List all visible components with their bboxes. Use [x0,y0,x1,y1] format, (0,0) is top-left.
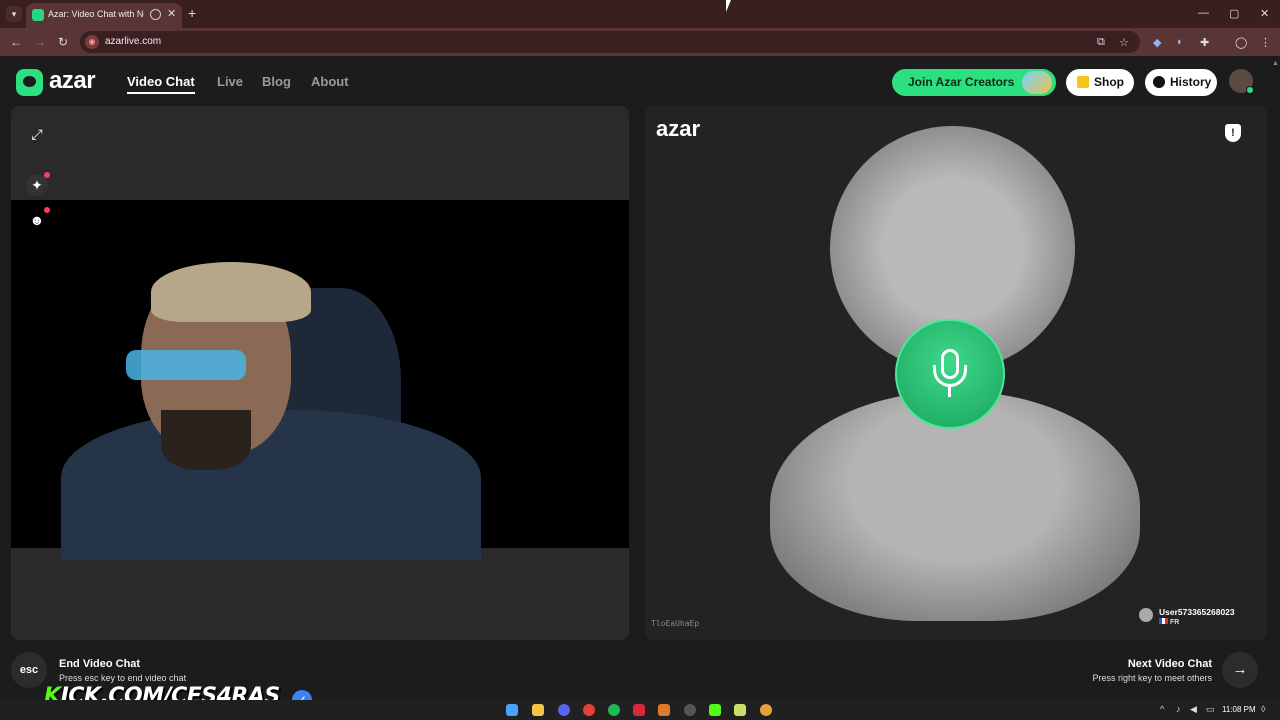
creators-badge-icon [1022,71,1052,94]
bookmark-star-icon[interactable]: ☆ [1119,36,1129,49]
chrome-icon[interactable] [583,704,595,716]
install-app-icon[interactable]: ⧉ [1097,36,1105,49]
app-gray-icon[interactable] [684,704,696,716]
shop-button[interactable]: Shop [1066,69,1134,96]
next-chat-title: Next Video Chat [1127,658,1212,670]
scroll-up-icon[interactable]: ▲ [1272,60,1279,67]
room-code: TloEaUhaEp [651,619,700,628]
extensions-puzzle-icon[interactable]: ✚ [1200,36,1209,49]
azar-site: azar Video Chat Live Blog About Join Aza… [0,56,1280,700]
app-orange-icon[interactable] [658,704,670,716]
volume-icon[interactable]: ◀ [1190,704,1197,715]
maximize-button[interactable]: ▢ [1229,7,1239,20]
local-camera-feed [11,200,629,560]
expand-icon[interactable]: ⤢ [26,123,48,145]
microphone-arc [933,365,967,387]
nav-live[interactable]: Live [217,74,243,89]
partner-country: FR [1159,618,1179,626]
browser-active-icon[interactable] [760,704,772,716]
address-bar: ← → ↻ ◉ azarlive.com ⧉ ☆ ◆ ◗ ✚ ◯ ⋮ [0,28,1280,56]
site-logo[interactable]: azar [49,67,96,95]
browser-menu-icon[interactable]: ⋮ [1260,36,1271,49]
person-beard [161,410,251,470]
end-chat-title: End Video Chat [59,658,141,670]
microphone-button[interactable] [895,319,1005,429]
browser-tab[interactable]: Azar: Video Chat with New ✕ [26,3,182,28]
join-creators-label: Join Azar Creators [908,75,1015,89]
notes-icon[interactable] [734,704,746,716]
sticker-notification-dot [44,207,50,213]
tray-chevron-icon[interactable]: ^ [1160,704,1164,714]
gem-icon [1077,76,1089,88]
extension-shield-icon[interactable]: ◆ [1153,36,1161,49]
shop-label: Shop [1094,75,1124,89]
profile-icon[interactable]: ◯ [1235,36,1247,49]
join-creators-button[interactable]: Join Azar Creators [892,69,1056,96]
effects-notification-dot [44,172,50,178]
forward-icon[interactable]: → [34,35,46,49]
tab-title: Azar: Video Chat with New [48,9,144,19]
app-red-icon[interactable] [633,704,645,716]
spotify-icon[interactable] [608,704,620,716]
nav-video-chat[interactable]: Video Chat [127,74,195,94]
back-icon[interactable]: ← [10,35,22,49]
browser-tab-bar: ▾ Azar: Video Chat with New ✕ + — ▢ ✕ [0,0,1280,28]
nav-blog[interactable]: Blog [262,74,291,89]
kick-icon[interactable] [709,704,721,716]
tab-search-icon[interactable]: ▾ [6,6,22,22]
report-shield-icon[interactable]: ! [1225,124,1241,142]
remote-video-panel: azar ! TloEaUhaEp User573365268023 FR [645,106,1267,640]
recording-icon [150,9,161,20]
flag-icon [1159,618,1168,624]
person-glasses [126,350,246,380]
next-chat-button[interactable]: → [1222,652,1258,688]
network-icon[interactable]: ▭ [1206,704,1215,715]
local-video-panel: ⤢ ✦ ☻ [11,106,629,640]
new-tab-button[interactable]: + [188,6,196,20]
next-chat-hint: Press right key to meet others [1092,673,1212,683]
azar-favicon-icon [32,9,44,21]
discord-icon[interactable] [558,704,570,716]
clock-icon [1153,76,1165,88]
mouse-cursor-icon [726,0,731,12]
person-cap [151,262,311,322]
remote-logo: azar [656,116,701,141]
end-chat-button[interactable]: esc [11,652,47,688]
microphone-stem [948,387,951,397]
start-icon[interactable] [506,704,518,716]
tab-close-icon[interactable]: ✕ [167,7,176,20]
partner-username: User573365268023 [1159,607,1235,617]
url-text: azarlive.com [105,36,162,47]
taskbar-clock[interactable]: 11:08 PM [1222,705,1256,714]
country-code: FR [1170,619,1180,626]
extension-sound-icon[interactable]: ◗ [1176,36,1183,48]
online-status-badge [1246,86,1254,94]
mic-tray-icon[interactable]: ♪ [1176,704,1181,714]
nav-about[interactable]: About [311,74,349,89]
site-info-icon[interactable]: ◉ [85,35,99,49]
file-explorer-icon[interactable] [532,704,544,716]
history-button[interactable]: History [1145,69,1217,96]
minimize-button[interactable]: — [1198,7,1209,19]
url-field[interactable]: ◉ azarlive.com [80,31,1140,53]
partner-avatar-icon [1139,608,1153,622]
os-taskbar: ^ ♪ ◀ ▭ 11:08 PM ◊ [0,700,1280,720]
reload-icon[interactable]: ↻ [58,35,68,49]
close-window-button[interactable]: ✕ [1260,7,1269,20]
notifications-bell-icon[interactable]: ◊ [1261,704,1265,714]
history-label: History [1170,75,1212,89]
end-chat-hint: Press esc key to end video chat [59,673,187,683]
azar-logo-icon[interactable] [16,69,43,96]
